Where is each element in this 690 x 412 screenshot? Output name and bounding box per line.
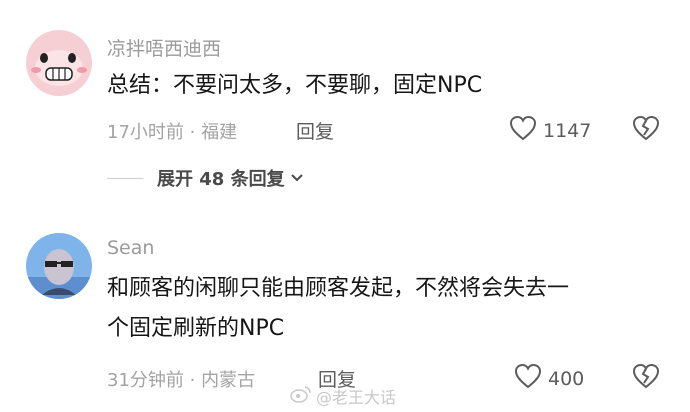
expand-divider bbox=[107, 177, 143, 179]
like-button[interactable]: 1147 bbox=[509, 115, 591, 146]
heart-icon bbox=[514, 363, 542, 394]
like-count: 400 bbox=[548, 367, 585, 390]
comment-text-line: 和顾客的闲聊只能由顾客发起，不然将会失去一 bbox=[107, 276, 570, 301]
comment-text-line: 总结：不要问太多，不要聊，固定NPC bbox=[107, 73, 483, 98]
username[interactable]: 凉拌唔西迪西 bbox=[107, 34, 221, 61]
chevron-down-icon bbox=[289, 169, 305, 188]
expand-replies-label: 展开 48 条回复 bbox=[157, 169, 285, 190]
dislike-button[interactable] bbox=[632, 363, 660, 393]
avatar[interactable] bbox=[26, 30, 92, 96]
watermark: @老王大话 bbox=[290, 384, 396, 408]
broken-heart-icon bbox=[632, 363, 660, 393]
watermark-text: @老王大话 bbox=[316, 388, 397, 407]
weibo-icon bbox=[290, 385, 312, 407]
comment-meta: 31分钟前 · 内蒙古 bbox=[107, 370, 256, 391]
comment-meta: 17小时前 · 福建 bbox=[107, 122, 238, 143]
avatar[interactable] bbox=[26, 233, 92, 299]
comment-text: 总结：不要问太多，不要聊，固定NPC bbox=[107, 66, 667, 106]
dislike-button[interactable] bbox=[632, 115, 660, 145]
comment-text: 和顾客的闲聊只能由顾客发起，不然将会失去一 个固定刷新的NPC bbox=[107, 269, 667, 349]
heart-icon bbox=[509, 115, 537, 146]
like-count: 1147 bbox=[543, 119, 592, 142]
reply-button[interactable]: 回复 bbox=[296, 117, 334, 144]
username[interactable]: Sean bbox=[107, 237, 154, 259]
broken-heart-icon bbox=[632, 115, 660, 145]
expand-replies[interactable]: 展开 48 条回复 bbox=[107, 165, 305, 191]
comment-text-line: 个固定刷新的NPC bbox=[107, 316, 285, 341]
like-button[interactable]: 400 bbox=[514, 363, 584, 394]
